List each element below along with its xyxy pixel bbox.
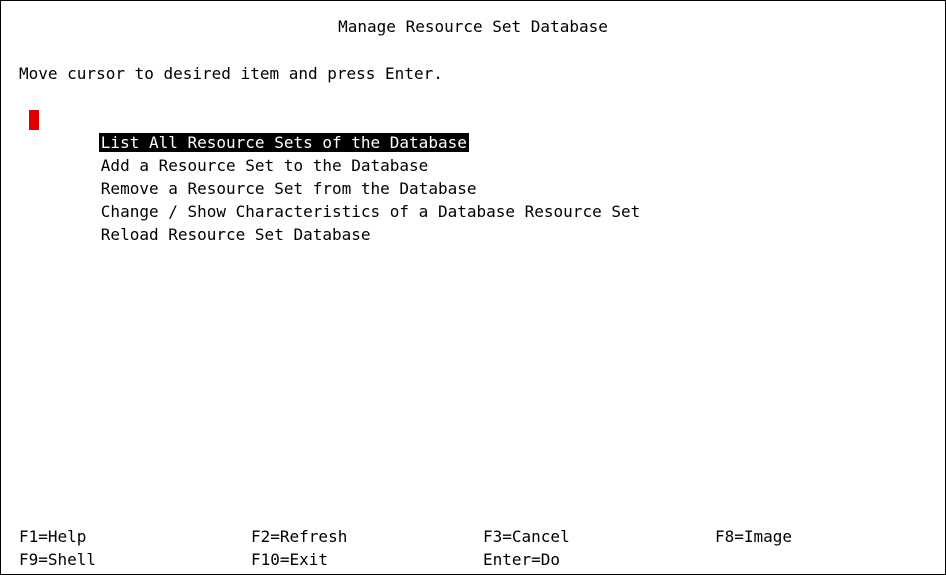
- menu-list: List All Resource Sets of the Database A…: [1, 108, 642, 244]
- menu-item-remove-resource-set[interactable]: Remove a Resource Set from the Database: [1, 154, 642, 198]
- screen-title: Manage Resource Set Database: [338, 17, 608, 36]
- function-key-row: F1=Help F2=Refresh F3=Cancel F8=Image: [19, 525, 919, 548]
- f2-refresh-key[interactable]: F2=Refresh: [251, 525, 347, 548]
- f10-exit-key[interactable]: F10=Exit: [251, 548, 328, 571]
- menu-item-change-show-characteristics[interactable]: Change / Show Characteristics of a Datab…: [1, 177, 642, 221]
- f1-help-key[interactable]: F1=Help: [19, 525, 86, 548]
- menu-item-label: Reload Resource Set Database: [100, 225, 371, 244]
- f9-shell-key[interactable]: F9=Shell: [19, 548, 96, 571]
- function-key-row: F9=Shell F10=Exit Enter=Do: [19, 548, 919, 571]
- f8-image-key[interactable]: F8=Image: [715, 525, 792, 548]
- instruction-text: Move cursor to desired item and press En…: [19, 64, 443, 83]
- menu-item-list-all-resource-sets[interactable]: List All Resource Sets of the Database: [1, 108, 642, 152]
- menu-item-add-resource-set[interactable]: Add a Resource Set to the Database: [1, 131, 642, 175]
- smit-terminal-screen: Manage Resource Set Database Move cursor…: [0, 0, 946, 575]
- cursor-marker: [29, 110, 39, 130]
- enter-do-key[interactable]: Enter=Do: [483, 548, 560, 571]
- function-key-bar: F1=Help F2=Refresh F3=Cancel F8=Image F9…: [19, 525, 919, 571]
- menu-item-reload-database[interactable]: Reload Resource Set Database: [1, 200, 642, 244]
- f3-cancel-key[interactable]: F3=Cancel: [483, 525, 570, 548]
